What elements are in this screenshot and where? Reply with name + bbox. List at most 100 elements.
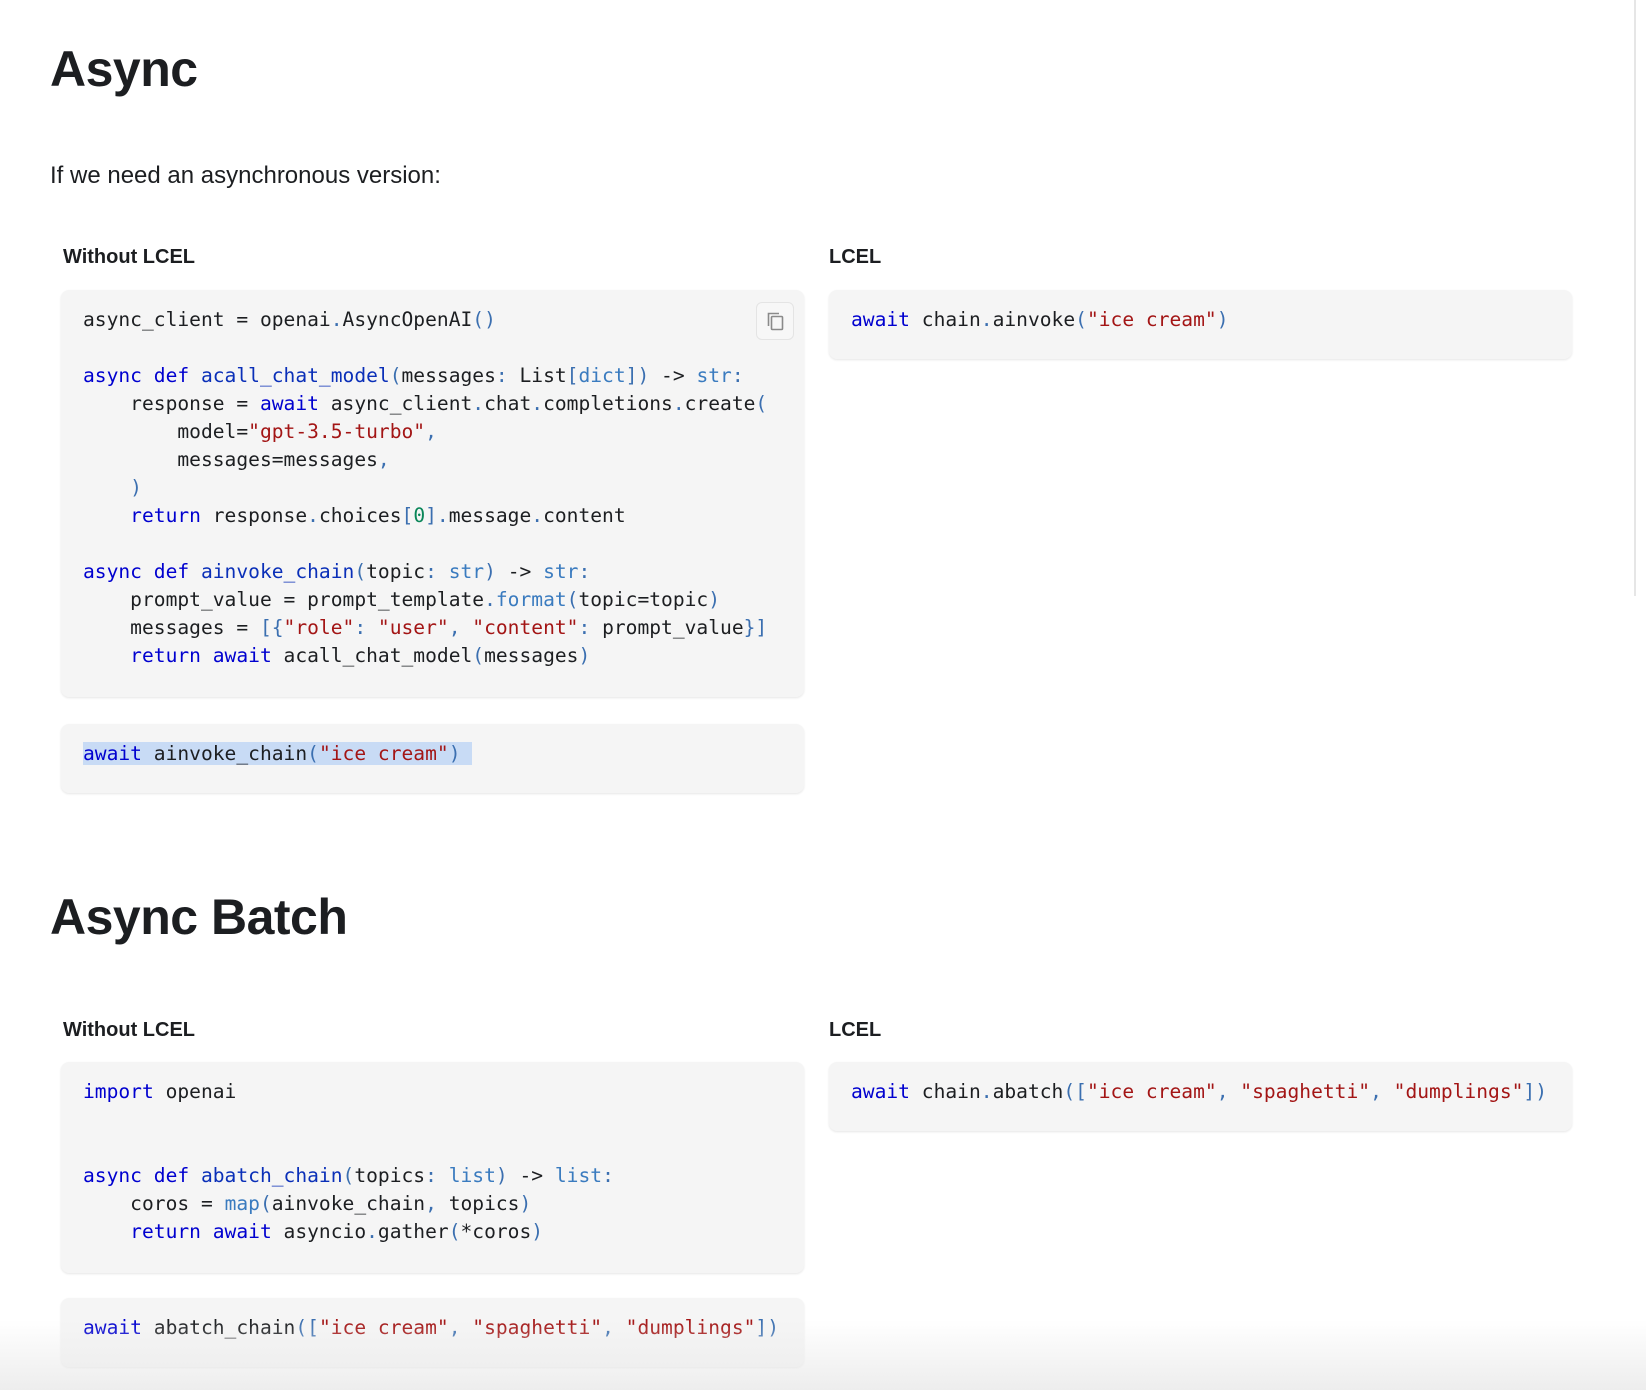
code-line: model="gpt-3.5-turbo",	[83, 418, 782, 446]
code-line: messages = [{"role": "user", "content": …	[83, 614, 782, 642]
code-token: ,	[425, 1192, 449, 1215]
code-token: .	[672, 392, 685, 415]
code-token: "spaghetti"	[472, 1316, 603, 1339]
code-token: )	[83, 476, 142, 499]
code-token: ,	[448, 616, 473, 639]
code-token: ainvoke_chain	[153, 742, 308, 765]
code-token: :	[425, 560, 449, 583]
code-token: .	[330, 308, 343, 331]
page-scrollbar[interactable]	[1634, 0, 1636, 596]
code-token: "user"	[377, 616, 449, 639]
code-token: map	[224, 1192, 260, 1215]
code-token: ->	[507, 560, 544, 583]
code-token: )	[531, 1220, 544, 1243]
code-token: ,	[448, 1316, 473, 1339]
code-token: response	[212, 504, 308, 527]
code-token: topic	[366, 560, 426, 583]
code-block-async-without-lcel[interactable]: async_client = openai.AsyncOpenAI() async…	[61, 290, 804, 697]
code-line: return await asyncio.gather(*coros)	[83, 1218, 782, 1246]
code-token: ainvoke_chain	[200, 560, 355, 583]
code-token: topics	[448, 1192, 520, 1215]
code-token: await	[851, 308, 922, 331]
code-block-async-lcel[interactable]: await chain.ainvoke("ice cream")	[829, 290, 1572, 359]
code-token: "dumplings"	[1393, 1080, 1524, 1103]
code-token: async def	[83, 560, 201, 583]
code-token: abatch_chain	[153, 1316, 296, 1339]
code-line: async def acall_chat_model(messages: Lis…	[83, 362, 782, 390]
code-line: await ainvoke_chain("ice cream")	[83, 740, 782, 768]
code-token: (	[259, 1192, 272, 1215]
code-token: AsyncOpenAI	[342, 308, 473, 331]
code-token: chain	[921, 1080, 981, 1103]
code-token: acall_chat_model	[283, 644, 473, 667]
code-token: await	[259, 392, 331, 415]
code-token: async def	[83, 1164, 201, 1187]
code-line: await chain.abatch(["ice cream", "spaghe…	[851, 1078, 1550, 1106]
code-token: (	[342, 1164, 355, 1187]
code-token: await	[83, 742, 154, 765]
code-token: str	[696, 364, 732, 387]
code-token: )	[708, 588, 721, 611]
code-token: *coros	[460, 1220, 532, 1243]
code-block-async-without-lcel-call[interactable]: await ainvoke_chain("ice cream")	[61, 724, 804, 793]
copy-button[interactable]	[756, 302, 794, 340]
code-token: async_client	[330, 392, 473, 415]
code-token: ,	[377, 448, 390, 471]
code-token: create	[684, 392, 756, 415]
code-token: gather	[377, 1220, 449, 1243]
code-block-batch-lcel[interactable]: await chain.abatch(["ice cream", "spaghe…	[829, 1062, 1572, 1131]
code-token: ,	[1216, 1080, 1241, 1103]
code-token: ,	[1370, 1080, 1394, 1103]
code-token: "gpt-3.5-turbo"	[248, 420, 426, 443]
code-token: format	[495, 588, 567, 611]
column-label-without-lcel: Without LCEL	[63, 246, 196, 268]
code-line: coros = map(ainvoke_chain, topics)	[83, 1190, 782, 1218]
code-token: )	[495, 1164, 520, 1187]
code-token: choices	[318, 504, 402, 527]
code-token: ainvoke_chain	[271, 1192, 426, 1215]
code-token: .	[472, 392, 485, 415]
code-token: messages	[401, 364, 496, 387]
section-title-async: Async	[50, 41, 198, 97]
code-token: chat	[484, 392, 532, 415]
code-token: dict	[578, 364, 626, 387]
code-token: (	[472, 644, 485, 667]
code-token: model=	[83, 420, 249, 443]
code-block-batch-without-lcel[interactable]: import openai async def abatch_chain(topi…	[61, 1062, 804, 1273]
code-token: async_client = openai	[83, 308, 331, 331]
code-line: async_client = openai.AsyncOpenAI()	[83, 306, 782, 334]
section-title-async-batch: Async Batch	[50, 889, 348, 945]
code-line: import openai	[83, 1078, 782, 1106]
code-token: messages	[484, 644, 579, 667]
code-token: :	[602, 1164, 614, 1187]
code-token: (	[1075, 308, 1087, 331]
code-token: (	[755, 392, 768, 415]
code-token: ([	[295, 1316, 319, 1339]
code-token: :	[731, 364, 744, 387]
code-token: ])	[1523, 1080, 1548, 1103]
section-intro: If we need an asynchronous version:	[50, 162, 441, 189]
code-token: prompt_value = prompt_template	[83, 588, 485, 611]
code-token: openai	[165, 1080, 237, 1103]
copy-icon	[767, 312, 784, 331]
code-token: [{	[259, 616, 284, 639]
code-token: ()	[472, 308, 496, 331]
code-line: await abatch_chain(["ice cream", "spaghe…	[83, 1314, 782, 1342]
code-token: ->	[661, 364, 697, 387]
code-token: chain	[921, 308, 981, 331]
code-token: [	[401, 504, 414, 527]
code-token: list	[448, 1164, 496, 1187]
code-token: ->	[519, 1164, 555, 1187]
code-token: abatch_chain	[200, 1164, 343, 1187]
code-block-batch-without-lcel-call[interactable]: await abatch_chain(["ice cream", "spaghe…	[61, 1298, 804, 1367]
code-token: "ice cream"	[318, 1316, 449, 1339]
code-token: await	[83, 1316, 154, 1339]
code-line: messages=messages,	[83, 446, 782, 474]
code-token: import	[83, 1080, 166, 1103]
code-token: :	[578, 616, 603, 639]
code-token: )	[484, 560, 508, 583]
code-token: messages=messages	[83, 448, 378, 471]
code-token: abatch	[992, 1080, 1064, 1103]
